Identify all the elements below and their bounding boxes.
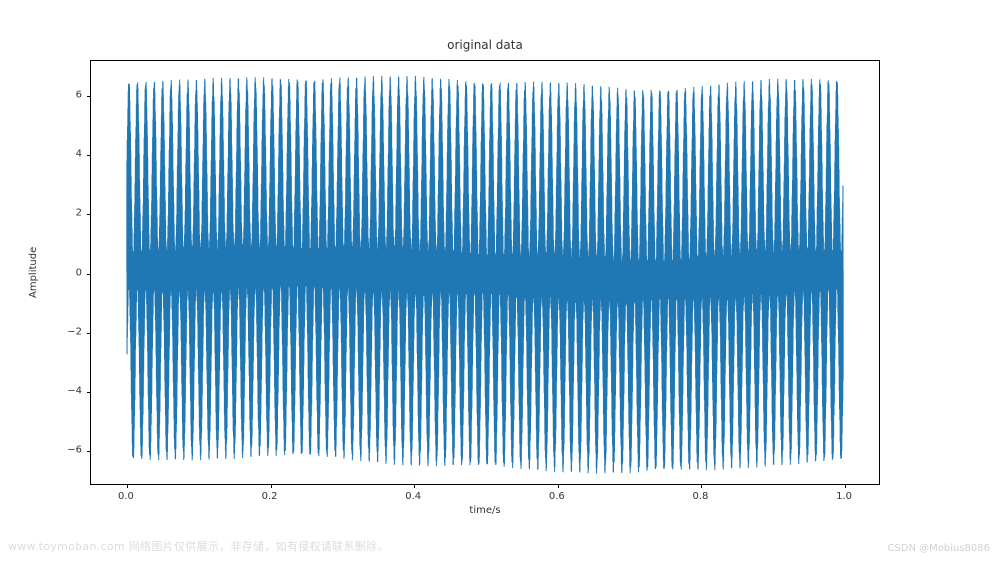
y-tick-label: −6 [52, 444, 82, 455]
watermark-left: www.toymoban.com 网络图片仅供展示，非存储，如有侵权请联系删除。 [8, 538, 389, 554]
x-axis-label: time/s [90, 505, 880, 516]
x-tick-label: 0.4 [405, 491, 421, 502]
chart-title: original data [90, 38, 880, 52]
x-tick-label: 0.2 [262, 491, 278, 502]
y-tick-label: 2 [52, 208, 82, 219]
x-tick-label: 0.0 [118, 491, 134, 502]
x-tick-label: 1.0 [836, 491, 852, 502]
signal-line [127, 76, 843, 474]
y-tick-label: −4 [52, 385, 82, 396]
y-tick-label: 0 [52, 267, 82, 278]
x-tick-label: 0.6 [549, 491, 565, 502]
y-tick-label: 4 [52, 149, 82, 160]
y-tick-label: 6 [52, 90, 82, 101]
waveform-plot [91, 61, 879, 484]
watermark-right: CSDN @Mobius8086 [887, 543, 990, 554]
y-tick-label: −2 [52, 326, 82, 337]
x-tick-label: 0.8 [693, 491, 709, 502]
y-axis-label: Amplitude [28, 60, 39, 485]
plot-area [90, 60, 880, 485]
